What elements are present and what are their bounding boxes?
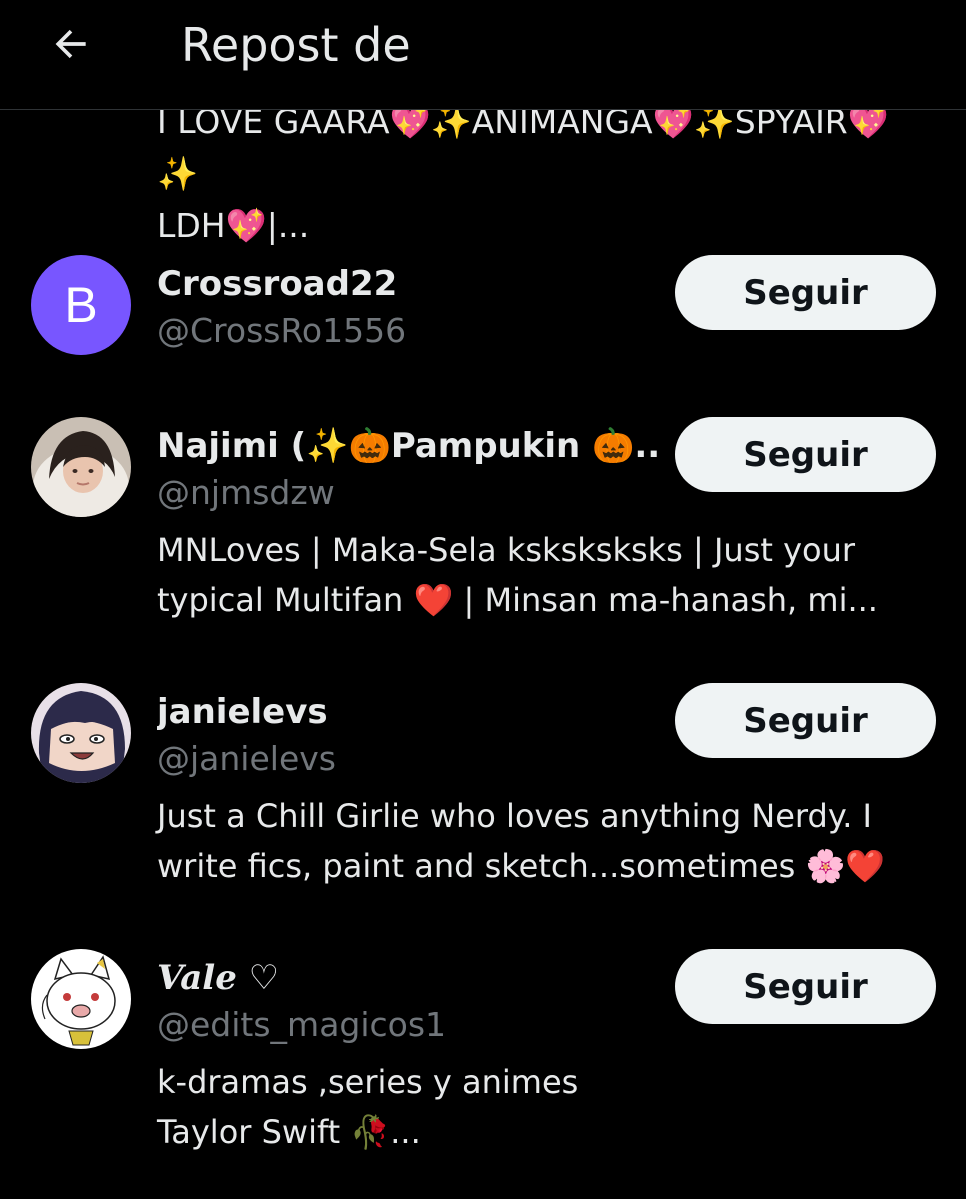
arrow-left-icon [55, 29, 86, 59]
avatar-illustration [31, 949, 131, 1049]
follow-button[interactable]: Seguir [675, 255, 936, 330]
user-display-name[interactable]: Crossroad22 [157, 263, 657, 305]
follow-button[interactable]: Seguir [675, 417, 936, 492]
avatar[interactable] [31, 683, 131, 783]
user-bio: Just a Chill Girlie who loves anything N… [157, 791, 947, 891]
reposts-page: I LOVE GAARA💖✨ANIMANGA💖✨SPYAIR💖✨ LDH💖|..… [0, 0, 966, 1199]
user-cell[interactable]: janielevs @janielevs Seguir Just a Chill… [0, 683, 966, 893]
user-bio: MNLoves | Maka-Sela ksksksksks | Just yo… [157, 525, 947, 625]
user-bio-clipped: I LOVE GAARA💖✨ANIMANGA💖✨SPYAIR💖✨ LDH💖|..… [157, 96, 917, 252]
user-handle: @edits_magicos1 [157, 1005, 447, 1044]
follow-button[interactable]: Seguir [675, 683, 936, 758]
user-display-name[interactable]: janielevs [157, 691, 657, 733]
bio-line: MNLoves | Maka-Sela ksksksksks | Just yo… [157, 531, 856, 569]
user-handle: @janielevs [157, 739, 336, 778]
user-cell[interactable]: Najimi (✨🎃Pampukin 🎃... @njmsdzw Seguir … [0, 417, 966, 627]
user-bio: k-dramas ,series y animes Taylor Swift 🥀… [157, 1057, 947, 1157]
avatar[interactable] [31, 417, 131, 517]
avatar-photo [31, 417, 131, 517]
avatar[interactable]: B [31, 255, 131, 355]
top-header: Repost de [0, 0, 966, 110]
avatar-illustration [31, 683, 131, 783]
user-cell[interactable]: Vale ♡ @edits_magicos1 Seguir k-dramas ,… [0, 949, 966, 1159]
user-handle: @njmsdzw [157, 473, 335, 512]
bio-line: k-dramas ,series y animes [157, 1063, 579, 1101]
bio-line: typical Multifan ❤️ | Minsan ma-hanash, … [157, 581, 878, 619]
user-display-name[interactable]: Najimi (✨🎃Pampukin 🎃... [157, 425, 657, 467]
user-display-name[interactable]: Vale ♡ [157, 957, 657, 999]
user-handle: @CrossRo1556 [157, 311, 407, 350]
bio-line: write fics, paint and sketch...sometimes… [157, 847, 886, 885]
avatar-letter: B [31, 255, 131, 355]
avatar[interactable] [31, 949, 131, 1049]
bio-line: Taylor Swift 🥀... [157, 1113, 421, 1151]
bio-line: Just a Chill Girlie who loves anything N… [157, 797, 872, 835]
page-title: Repost de [181, 18, 411, 72]
back-button[interactable] [40, 18, 102, 70]
follow-button[interactable]: Seguir [675, 949, 936, 1024]
user-cell[interactable]: B Crossroad22 @CrossRo1556 Seguir [0, 255, 966, 365]
bio-line: LDH💖|... [157, 206, 310, 245]
bio-line: I LOVE GAARA💖✨ANIMANGA💖✨SPYAIR💖✨ [157, 102, 889, 193]
